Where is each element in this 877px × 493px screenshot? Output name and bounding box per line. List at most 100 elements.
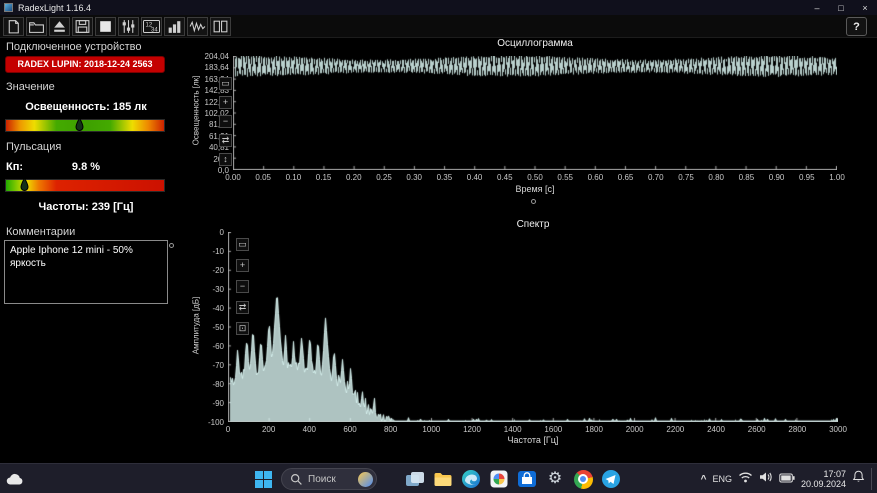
window-controls: – □ ×	[805, 0, 877, 15]
axis-tick-label: 204,04	[187, 52, 229, 61]
edge-button[interactable]	[460, 468, 482, 490]
tray-date: 20.09.2024	[801, 479, 846, 489]
histogram-view-button[interactable]	[164, 17, 185, 36]
new-document-icon	[5, 19, 22, 34]
chrome-button[interactable]	[572, 468, 594, 490]
axis-tick-label: 200	[249, 425, 289, 434]
osc-select-region-icon[interactable]: ▭	[219, 77, 232, 90]
axis-tick-label: 1200	[452, 425, 492, 434]
oscillogram-view-button[interactable]	[187, 17, 208, 36]
photos-button[interactable]	[488, 468, 510, 490]
axis-tick-label: -50	[182, 323, 224, 332]
comments-resize-handle[interactable]	[169, 243, 174, 248]
tray-language[interactable]: ENG	[712, 474, 732, 484]
window-title: RadexLight 1.16.4	[18, 3, 91, 13]
volume-icon[interactable]	[759, 470, 773, 488]
widgets-button[interactable]	[4, 468, 26, 490]
open-folder-icon	[28, 19, 45, 34]
telegram-button[interactable]	[600, 468, 622, 490]
toolbar: 1234 ?	[0, 15, 877, 38]
help-button[interactable]: ?	[846, 17, 867, 36]
system-tray: ^ ENG 17:07 20.09.2024	[701, 464, 873, 493]
store-icon	[517, 469, 537, 489]
axis-tick-label: 400	[289, 425, 329, 434]
value-section-heading: Значение	[6, 81, 55, 93]
axis-tick-label: -40	[182, 304, 224, 313]
axis-tick-label: 3000	[818, 425, 858, 434]
device-button[interactable]: RADEX LUPIN: 2018-12-24 2563	[5, 56, 165, 73]
search-icon	[290, 473, 303, 486]
edge-icon	[461, 469, 481, 489]
sliders-icon	[120, 19, 137, 34]
oscillogram-splitter-handle[interactable]	[531, 199, 536, 204]
svg-text:34: 34	[151, 28, 158, 34]
axis-tick-label: 0	[182, 228, 224, 237]
search-placeholder: Поиск	[308, 474, 336, 485]
histogram-icon	[166, 19, 183, 34]
spec-select-region-icon[interactable]: ▭	[236, 238, 249, 251]
axis-tick-label: 1000	[411, 425, 451, 434]
show-desktop-button[interactable]	[871, 468, 873, 490]
adjust-sliders-button[interactable]	[118, 17, 139, 36]
save-icon	[74, 19, 91, 34]
taskbar-clock[interactable]: 17:07 20.09.2024	[801, 469, 846, 489]
columns-icon	[212, 19, 229, 34]
save-button[interactable]	[72, 17, 93, 36]
new-document-button[interactable]	[3, 17, 24, 36]
taskbar-search[interactable]: Поиск	[281, 468, 377, 490]
wifi-icon[interactable]	[738, 470, 753, 488]
close-button[interactable]: ×	[853, 0, 877, 15]
spec-reset-view-icon[interactable]: ⊡	[236, 322, 249, 335]
axis-tick-label: 800	[371, 425, 411, 434]
spectrum-plot[interactable]	[228, 232, 838, 422]
oscillogram-title: Осциллограмма	[233, 38, 837, 49]
comments-input[interactable]: Apple Iphone 12 mini - 50% яркость	[4, 240, 168, 304]
battery-icon[interactable]	[779, 470, 795, 488]
settings-button[interactable]: ⚙	[544, 468, 566, 490]
eject-device-button[interactable]	[49, 17, 70, 36]
spec-zoom-in-icon[interactable]: +	[236, 259, 249, 272]
frequency-value: Частоты: 239 [Гц]	[0, 201, 172, 213]
time-display-button[interactable]: 1234	[141, 17, 162, 36]
start-button[interactable]	[252, 468, 274, 490]
stop-measurement-button[interactable]	[95, 17, 116, 36]
axis-tick-label: 600	[330, 425, 370, 434]
oscillogram-plot[interactable]	[233, 56, 837, 170]
spec-zoom-out-icon[interactable]: −	[236, 280, 249, 293]
eject-icon	[51, 19, 68, 34]
file-explorer-button[interactable]	[432, 468, 454, 490]
spectrum-x-axis-label: Частота [Гц]	[228, 435, 838, 445]
windows-logo-icon	[254, 470, 273, 489]
notification-bell-icon[interactable]	[852, 470, 865, 488]
pulsation-marker	[20, 177, 29, 197]
minimize-button[interactable]: –	[805, 0, 829, 15]
illuminance-scale-bar	[5, 119, 165, 132]
taskbar: Поиск ⚙ ^ ENG	[0, 463, 877, 493]
layout-columns-button[interactable]	[210, 17, 231, 36]
axis-tick-label: -70	[182, 361, 224, 370]
axis-tick-label: 1600	[533, 425, 573, 434]
axis-tick-label: 2800	[777, 425, 817, 434]
telegram-icon	[601, 469, 621, 489]
axis-tick-label: -80	[182, 380, 224, 389]
store-button[interactable]	[516, 468, 538, 490]
osc-pan-horizontal-icon[interactable]: ⇄	[219, 134, 232, 147]
axis-tick-label: 2000	[615, 425, 655, 434]
oscillogram-x-axis-label: Время [с]	[233, 184, 837, 194]
axis-tick-label: 2600	[737, 425, 777, 434]
tray-overflow-chevron-icon[interactable]: ^	[701, 474, 707, 485]
kp-value: 9.8 %	[0, 161, 172, 173]
axis-tick-label: 2400	[696, 425, 736, 434]
maximize-button[interactable]: □	[829, 0, 853, 15]
comments-section-heading: Комментарии	[6, 226, 75, 238]
osc-pan-vertical-icon[interactable]: ↕	[219, 153, 232, 166]
open-file-button[interactable]	[26, 17, 47, 36]
app-logo-icon	[4, 3, 13, 12]
osc-zoom-out-icon[interactable]: −	[219, 115, 232, 128]
task-view-button[interactable]	[404, 468, 426, 490]
device-section-heading: Подключенное устройство	[6, 41, 142, 53]
spec-pan-horizontal-icon[interactable]: ⇄	[236, 301, 249, 314]
osc-zoom-in-icon[interactable]: +	[219, 96, 232, 109]
title-bar: RadexLight 1.16.4 – □ ×	[0, 0, 877, 15]
axis-tick-label: 183,64	[187, 63, 229, 72]
